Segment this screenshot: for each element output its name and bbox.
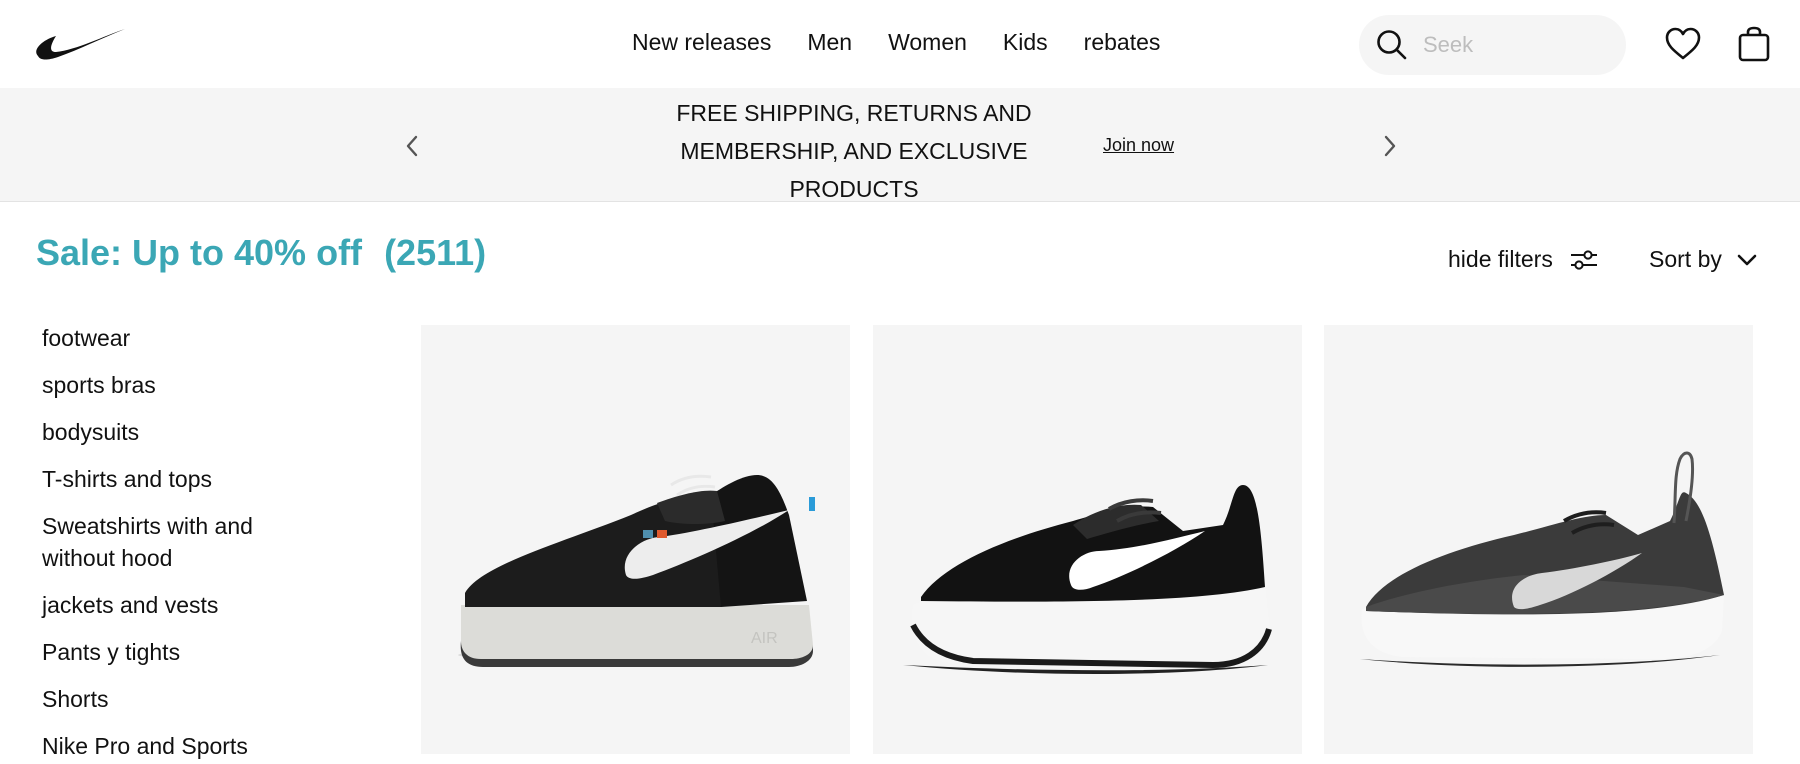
sidebar-item-footwear[interactable]: footwear — [42, 322, 332, 354]
nike-swoosh-logo[interactable] — [34, 26, 126, 62]
svg-text:AIR: AIR — [751, 630, 778, 647]
main-nav: New releases Men Women Kids rebates — [632, 28, 1196, 56]
promo-message: FREE SHIPPING, RETURNS AND MEMBERSHIP, A… — [654, 94, 1054, 208]
hide-filters-label: hide filters — [1448, 246, 1553, 272]
hide-filters-button[interactable]: hide filters — [1448, 246, 1599, 273]
search-icon[interactable] — [1375, 28, 1409, 62]
promo-line-3: PRODUCTS — [789, 176, 919, 202]
result-count: (2511) — [384, 232, 487, 273]
product-card[interactable] — [873, 325, 1302, 754]
promo-banner: FREE SHIPPING, RETURNS AND MEMBERSHIP, A… — [0, 88, 1800, 202]
bag-icon[interactable] — [1734, 24, 1774, 64]
page-title-text: Sale: Up to 40% off — [36, 232, 363, 273]
nav-rebates[interactable]: rebates — [1084, 28, 1161, 56]
category-sidebar: footwear sports bras bodysuits T-shirts … — [42, 322, 332, 764]
chevron-right-icon[interactable] — [1378, 132, 1402, 160]
sidebar-item-tshirts-tops[interactable]: T-shirts and tops — [42, 463, 332, 495]
sidebar-item-jackets-vests[interactable]: jackets and vests — [42, 589, 332, 621]
product-card[interactable] — [1324, 325, 1753, 754]
promo-line-2: MEMBERSHIP, AND EXCLUSIVE — [680, 138, 1028, 164]
sort-by-label: Sort by — [1649, 246, 1722, 272]
filter-sliders-icon — [1570, 249, 1597, 270]
product-card[interactable]: AIR — [421, 325, 850, 754]
sidebar-item-bodysuits[interactable]: bodysuits — [42, 416, 332, 448]
sneaker-image: AIR — [458, 474, 815, 667]
sidebar-item-sweatshirts[interactable]: Sweatshirts with and without hood — [42, 510, 332, 574]
search-input[interactable] — [1423, 32, 1603, 58]
sort-by-dropdown[interactable]: Sort by — [1649, 246, 1758, 273]
search-box[interactable] — [1359, 15, 1626, 75]
sidebar-item-nike-pro[interactable]: Nike Pro and Sports — [42, 730, 332, 762]
nav-new-releases[interactable]: New releases — [632, 28, 771, 56]
page-title: Sale: Up to 40% off (2511) — [36, 232, 486, 274]
heart-icon[interactable] — [1663, 24, 1703, 64]
sneaker-image — [1360, 451, 1724, 667]
nav-women[interactable]: Women — [888, 28, 967, 56]
promo-line-1: FREE SHIPPING, RETURNS AND — [676, 100, 1032, 126]
chevron-down-icon — [1737, 254, 1757, 265]
sidebar-item-pants-tights[interactable]: Pants y tights — [42, 636, 332, 668]
join-now-link[interactable]: Join now — [1103, 135, 1174, 156]
sidebar-item-shorts[interactable]: Shorts — [42, 683, 332, 715]
sidebar-item-sports-bras[interactable]: sports bras — [42, 369, 332, 401]
sneaker-image — [903, 485, 1272, 674]
chevron-left-icon[interactable] — [400, 132, 424, 160]
nav-men[interactable]: Men — [807, 28, 852, 56]
nav-kids[interactable]: Kids — [1003, 28, 1048, 56]
top-header: New releases Men Women Kids rebates — [0, 0, 1800, 88]
